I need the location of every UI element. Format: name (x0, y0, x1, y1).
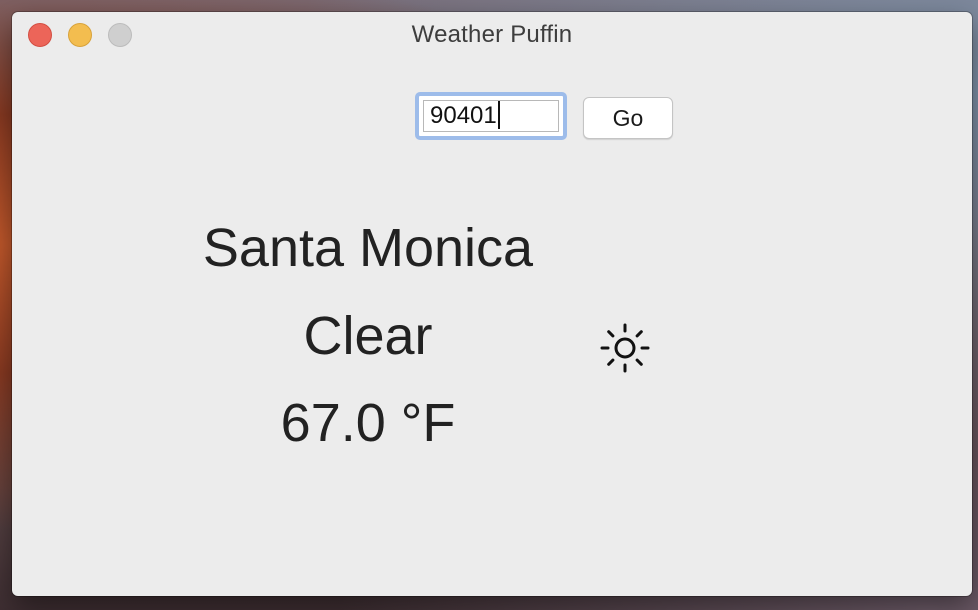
text-caret (497, 101, 500, 130)
window-title: Weather Puffin (411, 21, 573, 48)
title-bar[interactable]: Weather Puffin (12, 12, 972, 56)
app-window: Weather Puffin 90401 Go Santa Monica Cle… (12, 12, 972, 596)
zip-code-value: 90401 (430, 102, 497, 129)
temperature-value: 67.0 °F (280, 393, 456, 453)
city-name: Santa Monica (202, 218, 534, 278)
zip-code-input[interactable]: 90401 (415, 92, 567, 140)
go-button[interactable]: Go (583, 97, 673, 139)
weather-condition: Clear (303, 306, 433, 366)
zip-code-field[interactable]: 90401 (423, 100, 559, 132)
sun-icon (600, 323, 650, 373)
